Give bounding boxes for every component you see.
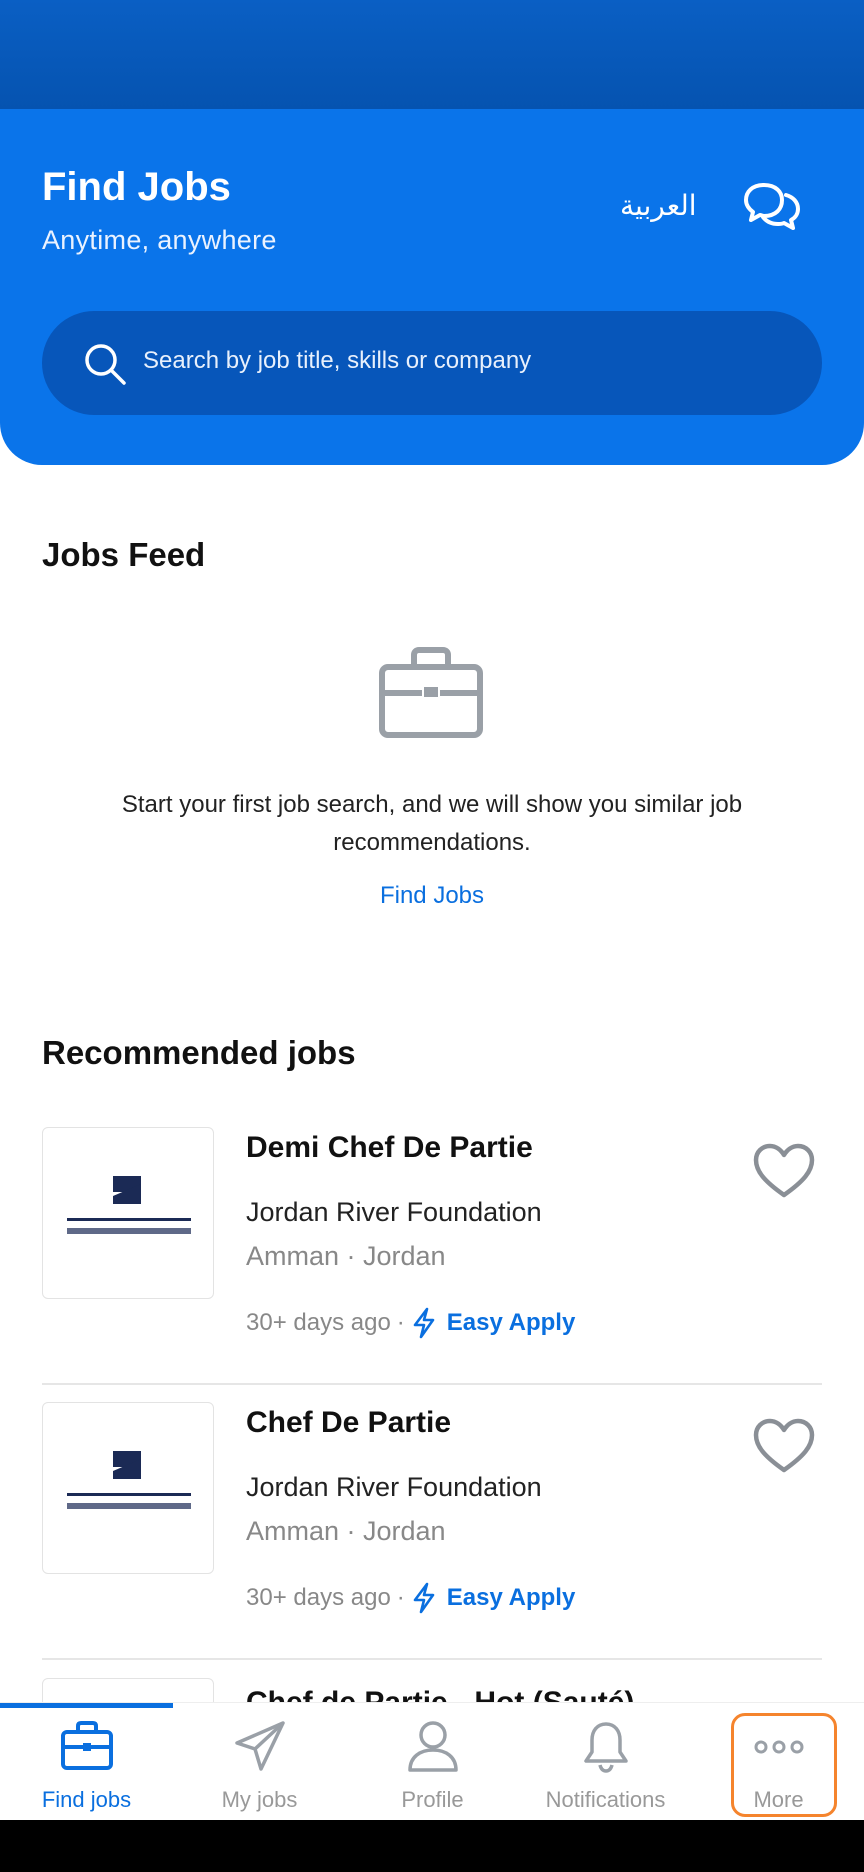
job-card[interactable]: Chef de Partie - Hot (Sauté) (42, 1678, 822, 1702)
job-company: Jordan River Foundation (246, 1197, 542, 1227)
job-posted-date: 30+ days ago (246, 1309, 391, 1336)
easy-apply-badge: Easy Apply (446, 1309, 576, 1336)
nav-label: Find jobs (41, 1787, 132, 1812)
job-meta: 30+ days ago · Easy Apply (246, 1582, 575, 1614)
job-title[interactable]: Chef de Partie - Hot (Sauté) (246, 1686, 634, 1702)
easy-apply-badge: Easy Apply (446, 1584, 576, 1611)
nav-item-find-jobs[interactable]: Find jobs (0, 1703, 173, 1821)
lightning-icon (413, 1582, 435, 1614)
job-card[interactable]: Chef De Partie Jordan River Foundation A… (42, 1402, 822, 1660)
recommended-jobs-title: Recommended jobs (42, 1034, 356, 1071)
chat-button[interactable] (742, 179, 802, 235)
page-subtitle: Anytime, anywhere (42, 225, 277, 255)
more-highlight-outline (731, 1713, 837, 1817)
job-posted-date: 30+ days ago (246, 1584, 391, 1611)
company-logo (42, 1402, 214, 1574)
company-logo (42, 1678, 214, 1702)
jobs-feed-empty-message: Start your first job search, and we will… (121, 791, 743, 856)
paper-plane-icon (235, 1721, 285, 1771)
page-title: Find Jobs (42, 165, 231, 209)
bell-icon (584, 1722, 628, 1773)
nav-label: Profile (401, 1787, 464, 1812)
search-input[interactable]: Search by job title, skills or company (42, 311, 822, 415)
job-company: Jordan River Foundation (246, 1472, 542, 1502)
save-job-heart-icon[interactable] (752, 1416, 816, 1476)
job-location: Amman · Jordan (246, 1241, 446, 1271)
job-card[interactable]: Demi Chef De Partie Jordan River Foundat… (42, 1127, 822, 1385)
job-meta: 30+ days ago · Easy Apply (246, 1307, 575, 1339)
search-icon (85, 344, 126, 385)
company-logo (42, 1127, 214, 1299)
search-placeholder: Search by job title, skills or company (143, 347, 532, 374)
find-jobs-link[interactable]: Find Jobs (0, 882, 864, 910)
job-location: Amman · Jordan (246, 1516, 446, 1546)
header: Find Jobs Anytime, anywhere العربية Sear… (0, 109, 864, 465)
briefcase-icon (379, 647, 483, 738)
chat-bubbles-icon (744, 183, 800, 230)
nav-item-profile[interactable]: Profile (346, 1703, 519, 1821)
save-job-heart-icon[interactable] (752, 1141, 816, 1201)
language-toggle-button[interactable]: العربية (620, 189, 697, 222)
bottom-navigation: Find jobs My jobs Profile Notifications … (0, 1702, 864, 1820)
nav-item-notifications[interactable]: Notifications (519, 1703, 692, 1821)
nav-label: My jobs (221, 1787, 298, 1812)
nav-item-my-jobs[interactable]: My jobs (173, 1703, 346, 1821)
job-title[interactable]: Chef De Partie (246, 1406, 451, 1440)
nav-label: Notifications (545, 1787, 666, 1812)
status-bar (0, 0, 864, 109)
lightning-icon (413, 1307, 435, 1339)
system-navigation-bar (0, 1820, 864, 1872)
person-icon (408, 1721, 458, 1772)
briefcase-icon (61, 1721, 113, 1770)
jobs-feed-title: Jobs Feed (42, 536, 206, 573)
job-title[interactable]: Demi Chef De Partie (246, 1131, 533, 1165)
